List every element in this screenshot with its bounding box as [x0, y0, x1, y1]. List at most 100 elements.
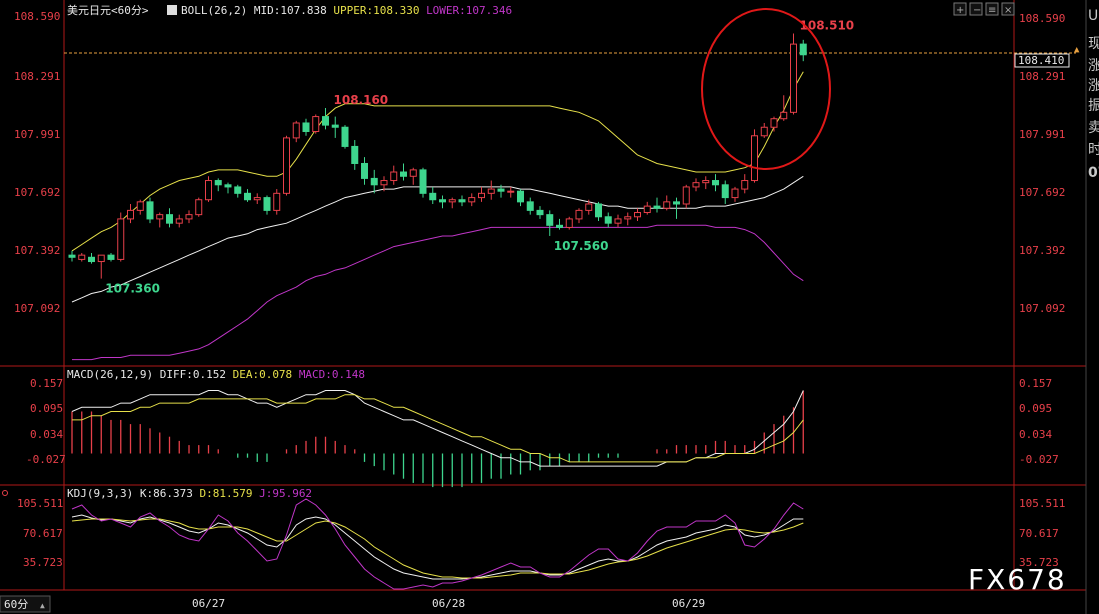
macd-dea: DEA:0.078	[233, 368, 293, 381]
candle-body	[341, 126, 349, 147]
side-text: 现	[1088, 36, 1099, 52]
boll-icon[interactable]	[167, 5, 177, 15]
annotation-high-2: 108.510	[800, 18, 855, 32]
candle-body	[575, 209, 583, 220]
boll-header: BOLL(26,2) MID:107.838 UPPER:108.330 LOW…	[181, 4, 512, 17]
candle-body	[312, 116, 320, 133]
close-glyph: ×	[1004, 5, 1012, 16]
side-text: 卖	[1088, 120, 1099, 136]
candle-body	[283, 137, 290, 194]
candlestick	[565, 216, 573, 230]
side-text: 时	[1088, 142, 1099, 158]
macd-name: MACD(26,12,9)	[67, 368, 153, 381]
candle-body	[526, 201, 534, 211]
price-tick-left: 107.092	[14, 302, 60, 315]
candlestick	[273, 189, 281, 215]
boll-mid: MID:107.838	[254, 4, 327, 17]
candlestick	[146, 197, 154, 224]
candle-body	[146, 201, 154, 220]
candle-body	[624, 216, 632, 220]
candle-body	[770, 118, 778, 128]
annotation-high-1: 108.160	[334, 93, 389, 107]
macd-diff: DIFF:0.152	[160, 368, 226, 381]
price-tick-left: 107.392	[14, 244, 60, 257]
macd-tick-left: 0.034	[30, 428, 63, 441]
candle-body	[653, 205, 661, 209]
candle-body	[400, 171, 407, 177]
candle-body	[292, 122, 300, 139]
candle-body	[663, 201, 671, 209]
candle-body	[585, 203, 593, 211]
period-label: <60分>	[111, 4, 149, 17]
candle-body	[88, 256, 95, 263]
candle-body	[409, 169, 417, 177]
candle-body	[136, 201, 144, 211]
candle-body	[195, 199, 203, 216]
candle-body	[273, 192, 281, 211]
candlestick	[195, 197, 203, 217]
price-tick-right: 107.092	[1019, 302, 1065, 315]
candle-body	[517, 190, 524, 203]
side-text: U	[1088, 8, 1098, 24]
price-tick-right: 107.392	[1019, 244, 1065, 257]
kdj-tick-right: 105.511	[1019, 497, 1065, 510]
candlestick	[283, 135, 290, 196]
date-label: 06/29	[672, 597, 705, 610]
side-text: 07	[1088, 165, 1099, 181]
chart-canvas[interactable]: 美元日元<60分> BOLL(26,2) MID:107.838 UPPER:1…	[0, 0, 1099, 614]
kdj-name: KDJ(9,3,3)	[67, 487, 133, 500]
candle-body	[214, 180, 222, 186]
macd-tick-left: 0.157	[30, 377, 63, 390]
period-dropdown-icon[interactable]: ▲	[40, 601, 45, 610]
current-price-value: 108.410	[1018, 54, 1064, 67]
price-tick-left: 107.692	[14, 186, 60, 199]
candle-body	[731, 188, 739, 199]
candle-body	[429, 192, 437, 201]
candle-body	[448, 199, 456, 203]
candlestick	[790, 33, 797, 115]
candle-body	[536, 209, 544, 216]
price-tick-left: 107.991	[14, 128, 60, 141]
candle-body	[760, 126, 768, 137]
candle-body	[468, 197, 476, 203]
candle-body	[97, 254, 105, 263]
date-label: 06/27	[192, 597, 225, 610]
candle-body	[780, 111, 788, 120]
kdj-j: J:95.962	[259, 487, 312, 500]
candlestick	[117, 212, 125, 262]
candle-body	[556, 224, 563, 228]
kdj-header: KDJ(9,3,3) K:86.373 D:81.579 J:95.962	[67, 487, 312, 500]
candle-body	[692, 182, 700, 188]
candle-body	[721, 184, 729, 199]
candle-body	[478, 192, 485, 199]
candle-body	[439, 199, 446, 203]
candle-body	[702, 180, 710, 184]
candle-body	[68, 254, 76, 258]
boll-name: BOLL(26,2)	[181, 4, 247, 17]
candlestick	[312, 114, 320, 134]
candle-body	[127, 209, 134, 220]
candle-body	[253, 197, 261, 201]
price-arrow-icon: ▲	[1074, 45, 1080, 55]
candle-body	[302, 122, 310, 133]
kdj-axis-right: 105.511 70.617 35.723	[1019, 497, 1065, 569]
period-button-label: 60分	[4, 598, 28, 611]
candle-body	[351, 145, 359, 164]
price-header: 美元日元<60分>	[67, 4, 149, 17]
macd-value: MACD:0.148	[299, 368, 365, 381]
candle-body	[604, 216, 612, 224]
kdj-d: D:81.579	[199, 487, 252, 500]
annotation-low-1: 107.360	[105, 282, 160, 296]
candle-body	[458, 199, 466, 203]
annotation-low-2: 107.560	[554, 239, 609, 253]
candle-body	[78, 254, 86, 260]
candle-body	[419, 169, 427, 194]
candle-body	[546, 214, 554, 226]
candle-body	[361, 162, 368, 179]
kdj-tick-right: 70.617	[1019, 527, 1059, 540]
candle-body	[322, 116, 329, 126]
candle-body	[380, 180, 388, 186]
candle-body	[370, 177, 378, 186]
candle-body	[156, 214, 164, 220]
candle-body	[234, 186, 242, 194]
